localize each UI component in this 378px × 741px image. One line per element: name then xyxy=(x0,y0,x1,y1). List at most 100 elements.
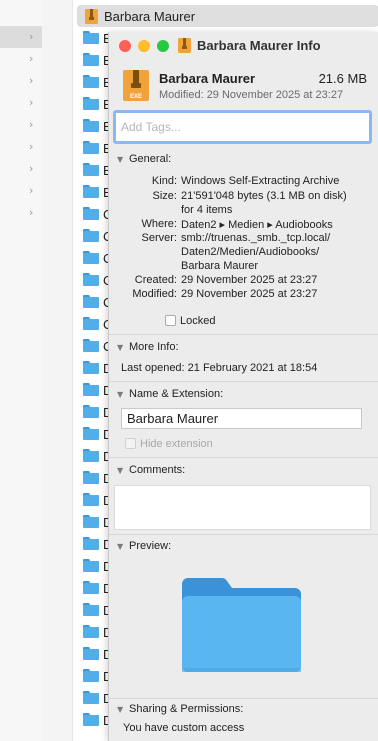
disclosure-open-icon[interactable]: ▼ xyxy=(117,343,129,352)
comments-textarea[interactable] xyxy=(114,485,371,530)
folder-icon xyxy=(83,251,99,264)
size-items: for 4 items xyxy=(181,204,233,216)
chevron-right-icon[interactable]: › xyxy=(29,96,39,109)
folder-icon xyxy=(83,361,99,374)
info-window: Barbara Maurer Info EXE Barbara Maurer 2… xyxy=(108,32,378,741)
folder-icon xyxy=(83,449,99,462)
divider xyxy=(109,334,378,335)
folder-icon xyxy=(83,31,99,44)
folder-icon xyxy=(83,295,99,308)
folder-icon xyxy=(83,75,99,88)
folder-icon xyxy=(83,537,99,550)
folder-icon xyxy=(83,691,99,704)
comments-section-header[interactable]: ▼ Comments: xyxy=(117,464,185,476)
server-value: smb://truenas._smb._tcp.local/ xyxy=(181,232,331,244)
folder-icon xyxy=(83,515,99,528)
folder-icon xyxy=(83,603,99,616)
divider xyxy=(109,381,378,382)
locked-checkbox[interactable]: Locked xyxy=(165,315,215,327)
tags-input[interactable] xyxy=(116,113,369,141)
section-title: Preview: xyxy=(129,540,172,552)
folder-icon xyxy=(83,185,99,198)
disclosure-open-icon[interactable]: ▼ xyxy=(117,155,129,164)
chevron-right-icon[interactable]: › xyxy=(29,118,39,131)
created-value: 29 November 2025 at 23:27 xyxy=(181,274,318,286)
folder-icon xyxy=(83,141,99,154)
section-title: Sharing & Permissions: xyxy=(129,703,244,715)
preview-section-header[interactable]: ▼ Preview: xyxy=(117,540,171,552)
chevron-right-icon[interactable]: › xyxy=(29,52,39,65)
close-button[interactable] xyxy=(119,40,131,52)
exe-archive-icon: EXE xyxy=(123,70,149,101)
divider xyxy=(109,698,378,699)
tags-field[interactable] xyxy=(113,110,372,144)
section-title: General: xyxy=(129,153,172,165)
folder-icon xyxy=(83,229,99,242)
icon-badge-text: EXE xyxy=(130,94,142,100)
name-extension-section-header[interactable]: ▼ Name & Extension: xyxy=(117,388,223,400)
chevron-right-icon[interactable]: › xyxy=(29,184,39,197)
chevron-right-icon[interactable]: › xyxy=(29,140,39,153)
folder-icon xyxy=(83,625,99,638)
folder-icon xyxy=(83,493,99,506)
name-input[interactable]: Barbara Maurer xyxy=(121,408,362,429)
more-info-section-header[interactable]: ▼ More Info: xyxy=(117,341,179,353)
folder-icon xyxy=(83,339,99,352)
sharing-section-header[interactable]: ▼ Sharing & Permissions: xyxy=(117,703,243,715)
disclosure-open-icon[interactable]: ▼ xyxy=(117,466,129,475)
folder-icon xyxy=(83,669,99,682)
modified-value: 29 November 2025 at 23:27 xyxy=(181,288,318,300)
minimize-button[interactable] xyxy=(138,40,150,52)
folder-icon xyxy=(83,317,99,330)
access-text: You have custom access xyxy=(123,722,245,734)
chevron-right-icon[interactable]: › xyxy=(29,162,39,175)
disclosure-open-icon[interactable]: ▼ xyxy=(117,390,129,399)
hide-extension-label: Hide extension xyxy=(140,438,213,450)
folder-icon xyxy=(83,207,99,220)
chevron-right-icon[interactable]: › xyxy=(29,74,39,87)
general-section-header[interactable]: ▼ General: xyxy=(117,153,171,165)
server-label: Server: xyxy=(141,232,177,244)
checkbox[interactable] xyxy=(165,315,176,326)
server-value-line3: Barbara Maurer xyxy=(181,260,259,272)
folder-icon xyxy=(83,581,99,594)
folder-icon xyxy=(83,53,99,66)
checkbox xyxy=(125,438,136,449)
folder-preview-icon xyxy=(182,578,301,672)
section-title: Name & Extension: xyxy=(129,388,224,400)
file-size: 21.6 MB xyxy=(318,71,367,86)
size-value: 21'591'048 bytes (3.1 MB on disk) xyxy=(181,190,347,202)
finder-sidebar: › › › › › › › › › xyxy=(0,0,42,741)
folder-icon xyxy=(83,713,99,726)
zoom-button[interactable] xyxy=(157,40,169,52)
file-header: EXE Barbara Maurer 21.6 MB Modified: 29 … xyxy=(109,60,378,106)
where-value: Daten2 ▸ Medien ▸ Audiobooks xyxy=(181,219,333,231)
section-title: More Info: xyxy=(129,341,179,353)
section-title: Comments: xyxy=(129,464,186,476)
folder-icon xyxy=(83,559,99,572)
title-bar[interactable]: Barbara Maurer Info xyxy=(109,32,378,60)
disclosure-open-icon[interactable]: ▼ xyxy=(117,542,129,551)
folder-icon xyxy=(83,119,99,132)
kind-value: Windows Self-Extracting Archive xyxy=(181,175,340,187)
folder-icon xyxy=(83,97,99,110)
size-label: Size: xyxy=(152,190,177,202)
server-value-line2: Daten2/Medien/Audiobooks/ xyxy=(181,246,320,258)
kind-label: Kind: xyxy=(151,175,177,187)
window-title: Barbara Maurer Info xyxy=(197,38,321,53)
disclosure-open-icon[interactable]: ▼ xyxy=(117,705,129,714)
folder-icon xyxy=(83,471,99,484)
archive-icon xyxy=(85,9,98,24)
modified-label: Modified: xyxy=(132,288,177,300)
folder-icon xyxy=(83,383,99,396)
folder-icon xyxy=(83,405,99,418)
locked-label: Locked xyxy=(180,315,216,327)
chevron-right-icon[interactable]: › xyxy=(29,206,39,219)
file-name: Barbara Maurer xyxy=(104,9,196,24)
divider xyxy=(109,457,378,458)
where-label: Where: xyxy=(141,218,177,230)
created-label: Created: xyxy=(134,274,177,286)
folder-icon xyxy=(83,163,99,176)
chevron-right-icon[interactable]: › xyxy=(29,30,39,43)
folder-icon xyxy=(83,647,99,660)
